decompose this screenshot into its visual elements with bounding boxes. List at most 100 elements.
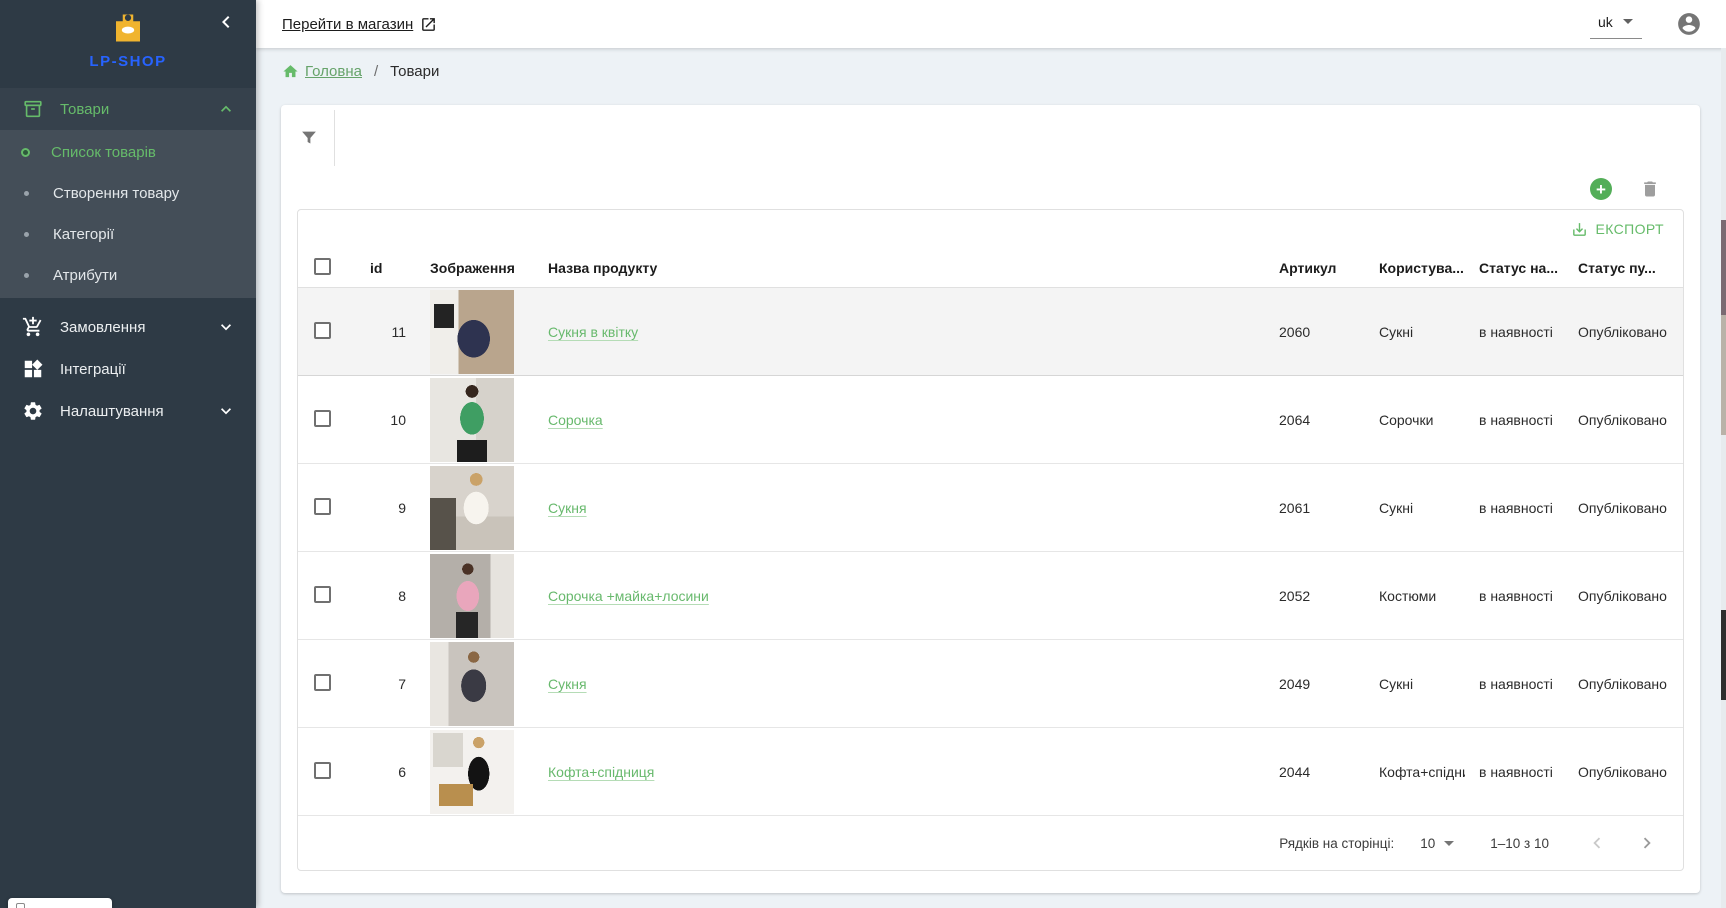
sidebar-item-label: Атрибути	[53, 267, 117, 284]
delete-selected-button[interactable]	[1640, 179, 1660, 199]
page-content: Головна / Товари +	[256, 48, 1726, 908]
user-menu-button[interactable]	[1676, 11, 1702, 37]
row-stock: в наявності	[1465, 412, 1565, 428]
table-row: 10 Сорочка 2064 Сорочки в наявності Опуб…	[298, 376, 1683, 464]
product-name-link[interactable]: Сорочка	[548, 412, 603, 428]
column-header-id[interactable]: id	[346, 260, 412, 276]
row-checkbox[interactable]	[314, 498, 331, 515]
add-shopping-cart-icon	[22, 316, 44, 338]
breadcrumb-home-link[interactable]: Головна	[282, 63, 362, 80]
row-stock: в наявності	[1465, 764, 1565, 780]
row-status: Опубліковано	[1565, 324, 1683, 340]
next-page-button[interactable]	[1635, 831, 1659, 855]
product-name-link[interactable]: Сукня в квітку	[548, 324, 638, 340]
product-name-link[interactable]: Сукня	[548, 500, 587, 516]
row-checkbox[interactable]	[314, 410, 331, 427]
chevron-up-icon	[216, 99, 236, 119]
product-image[interactable]	[430, 290, 514, 374]
bottom-left-popup-sliver[interactable]	[8, 898, 112, 908]
product-image[interactable]	[430, 554, 514, 638]
products-table-card: ЕКСПОРТ id Зображення Назва продукту Арт…	[297, 209, 1684, 871]
filter-icon[interactable]	[298, 127, 320, 149]
column-header-image[interactable]: Зображення	[412, 260, 534, 276]
row-id: 10	[346, 412, 412, 428]
product-image[interactable]	[430, 378, 514, 462]
sidebar-item-create-product[interactable]: Створення товару	[0, 173, 256, 214]
popup-icon	[16, 903, 25, 908]
row-stock: в наявності	[1465, 676, 1565, 692]
table-row: 8 Сорочка +майка+лосини 2052 Костюми в н…	[298, 552, 1683, 640]
row-id: 8	[346, 588, 412, 604]
product-name-link[interactable]: Сукня	[548, 676, 587, 692]
sidebar-menu: Товари Список товарів Створення товару К…	[0, 88, 256, 432]
column-header-status[interactable]: Статус пу...	[1565, 260, 1683, 276]
go-to-store-link[interactable]: Перейти в магазин	[282, 16, 437, 33]
account-circle-icon	[1676, 11, 1702, 37]
row-checkbox[interactable]	[314, 322, 331, 339]
row-stock: в наявності	[1465, 588, 1565, 604]
row-checkbox[interactable]	[314, 674, 331, 691]
row-checkbox[interactable]	[314, 586, 331, 603]
right-edge-sliver	[1721, 48, 1726, 908]
product-name-link[interactable]: Кофта+спідниця	[548, 764, 654, 780]
column-header-category[interactable]: Користува...	[1369, 260, 1465, 276]
dot-icon	[24, 232, 29, 237]
column-header-stock[interactable]: Статус на...	[1465, 260, 1565, 276]
table-row: 9 Сукня 2061 Сукні в наявності Опубліков…	[298, 464, 1683, 552]
row-id: 6	[346, 764, 412, 780]
sidebar: LP-SHOP Товари	[0, 0, 256, 908]
sidebar-item-attributes[interactable]: Атрибути	[0, 255, 256, 296]
row-category: Сукні	[1369, 324, 1465, 340]
column-header-sku[interactable]: Артикул	[1257, 260, 1369, 276]
gear-icon	[22, 400, 44, 422]
row-status: Опубліковано	[1565, 500, 1683, 516]
export-button[interactable]: ЕКСПОРТ	[1571, 221, 1664, 238]
download-icon	[1571, 221, 1588, 238]
row-sku: 2049	[1257, 676, 1369, 692]
filter-bar	[281, 105, 1700, 171]
add-product-button[interactable]: +	[1590, 178, 1612, 200]
sidebar-item-settings[interactable]: Налаштування	[0, 390, 256, 432]
language-select[interactable]: uk	[1590, 10, 1642, 39]
sidebar-item-products[interactable]: Товари	[0, 88, 256, 130]
previous-page-button[interactable]	[1585, 831, 1609, 855]
table-body: 11 Сукня в квітку 2060 Сукні в наявності…	[298, 288, 1683, 816]
plus-icon: +	[1596, 181, 1606, 198]
row-status: Опубліковано	[1565, 676, 1683, 692]
table-row: 7 Сукня 2049 Сукні в наявності Опубліков…	[298, 640, 1683, 728]
sidebar-item-categories[interactable]: Категорії	[0, 214, 256, 255]
row-category: Кофта+спідниц	[1369, 764, 1465, 780]
table-header: id Зображення Назва продукту Артикул Кор…	[298, 248, 1683, 288]
row-checkbox[interactable]	[314, 762, 331, 779]
sidebar-item-integrations[interactable]: Інтеграції	[0, 348, 256, 390]
row-id: 9	[346, 500, 412, 516]
active-dot-icon	[21, 148, 30, 157]
column-header-name[interactable]: Назва продукту	[534, 260, 1257, 276]
sidebar-item-label: Категорії	[53, 226, 114, 243]
row-status: Опубліковано	[1565, 764, 1683, 780]
row-stock: в наявності	[1465, 324, 1565, 340]
rows-per-page-value: 10	[1420, 836, 1435, 851]
product-image[interactable]	[430, 730, 514, 814]
rows-per-page-label: Рядків на сторінці:	[1279, 836, 1394, 851]
rows-per-page-select[interactable]: 10	[1420, 836, 1454, 851]
products-submenu: Список товарів Створення товару Категорі…	[0, 130, 256, 298]
row-id: 7	[346, 676, 412, 692]
export-row: ЕКСПОРТ	[298, 210, 1683, 248]
filter-divider	[334, 110, 335, 166]
row-category: Сорочки	[1369, 412, 1465, 428]
sidebar-collapse-button[interactable]	[214, 10, 238, 34]
row-sku: 2052	[1257, 588, 1369, 604]
list-actions: +	[281, 171, 1700, 207]
sidebar-item-product-list[interactable]: Список товарів	[0, 132, 256, 173]
app-logo[interactable]: LP-SHOP	[89, 10, 166, 70]
row-status: Опубліковано	[1565, 412, 1683, 428]
product-name-link[interactable]: Сорочка +майка+лосини	[548, 588, 709, 604]
product-image[interactable]	[430, 642, 514, 726]
chevron-down-icon	[216, 317, 236, 337]
product-image[interactable]	[430, 466, 514, 550]
select-all-checkbox[interactable]	[314, 258, 331, 275]
sidebar-item-orders[interactable]: Замовлення	[0, 306, 256, 348]
row-sku: 2044	[1257, 764, 1369, 780]
pagination-range: 1–10 з 10	[1480, 836, 1559, 851]
